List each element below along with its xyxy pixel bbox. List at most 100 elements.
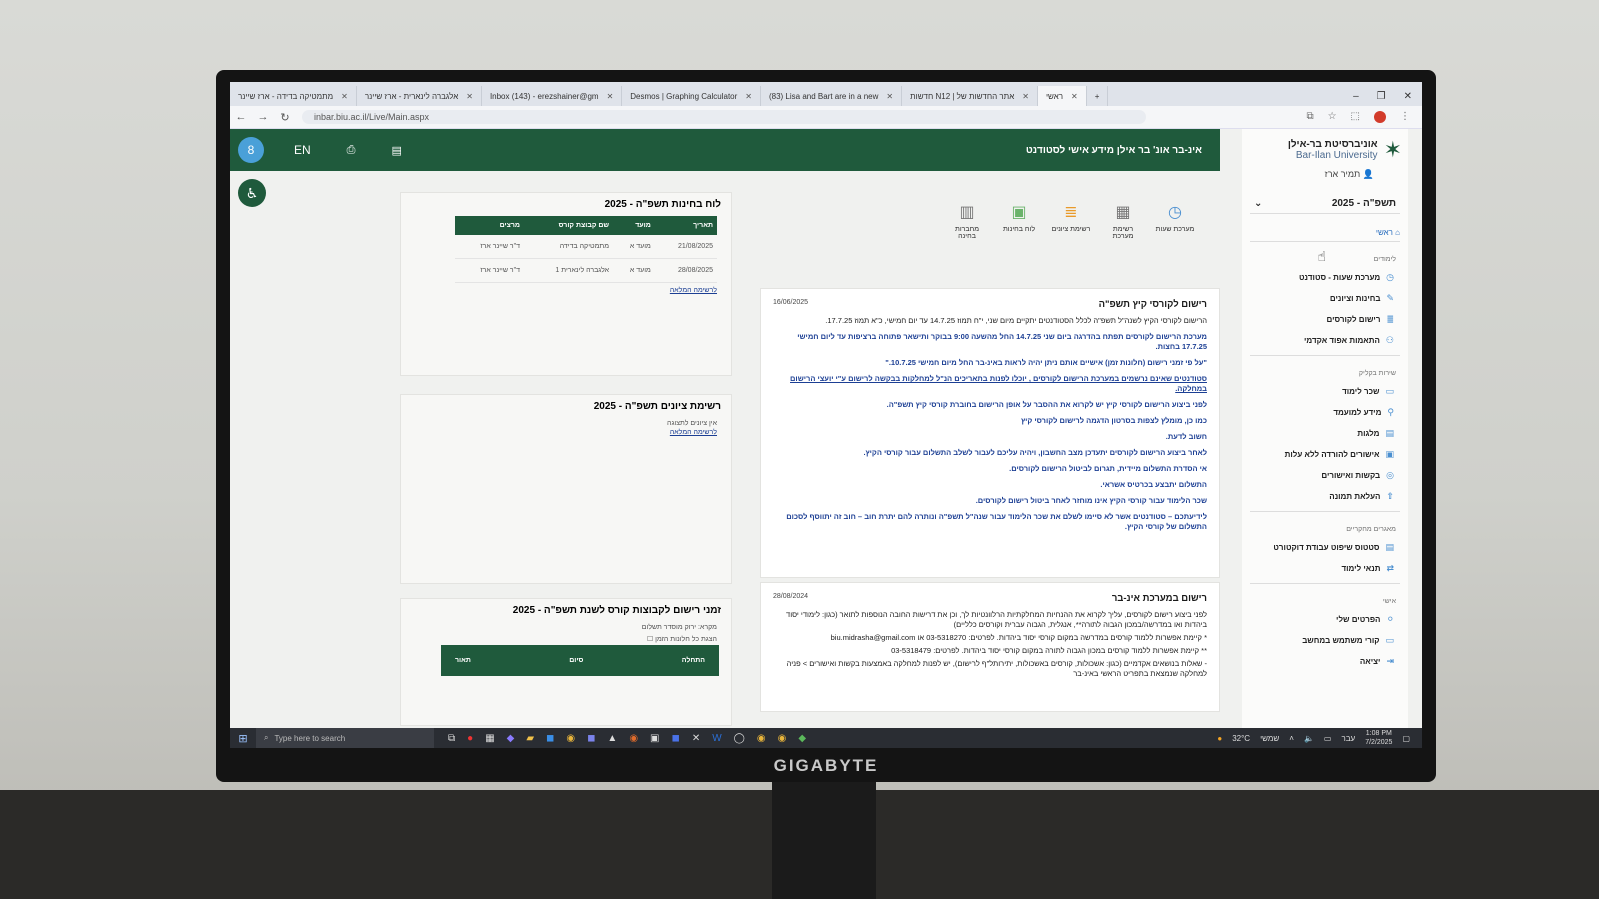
announcement-link[interactable]: סטודנטים שאינם נרשמים במערכת הרישום לקור… (773, 374, 1207, 394)
reload-icon[interactable]: ↻ (274, 111, 296, 124)
sidebar-item-label: מלגות (1357, 429, 1380, 438)
taskbar-search[interactable]: ⌕ Type here to search (256, 728, 434, 748)
announcement-paragraph[interactable]: כמו כן, מומלץ לצפות בסרטון הדגמה לרישום … (773, 416, 1207, 426)
user-avatar[interactable]: 8 (238, 137, 264, 163)
browser-tab[interactable]: חדשות N12 | אתר החדשות של ✕ (902, 86, 1038, 106)
quick-link-grades[interactable]: ≣ רשימת ציונים (1050, 202, 1092, 262)
sidebar-item-applicant-info[interactable]: ⚲ מידע למועמד (1242, 402, 1408, 423)
monitor: GIGABYTE מתמטיקה בדידה - ארז שיינר ✕ אלגב… (216, 70, 1436, 782)
sidebar-item-schedule[interactable]: ◷ מערכת שעות - סטודנט (1242, 267, 1408, 288)
quick-link-system-list[interactable]: ▦ רשימת מערכת (1102, 202, 1144, 262)
network-icon[interactable]: ▭ (1324, 734, 1332, 743)
sidebar-item-certificates[interactable]: ▣ אישורים להורדה ללא עלות (1242, 444, 1408, 465)
maximize-icon[interactable]: ❐ (1377, 91, 1386, 102)
teams-icon[interactable]: ◼ (587, 733, 595, 744)
browser-tab[interactable]: מתמטיקה בדידה - ארז שיינר ✕ (230, 86, 357, 106)
sidebar-item-computer-user[interactable]: ▭ קורי משתמש במחשב (1242, 630, 1408, 651)
new-tab-button[interactable]: + (1087, 86, 1109, 106)
announcement-paragraph[interactable]: לפני ביצוע הרישום לקורסי קיץ יש לקרוא את… (773, 400, 1207, 410)
copilot-icon[interactable]: ◆ (507, 733, 515, 744)
sidebar-item-accommodations[interactable]: ⚇ התאמות אפוד אקדמי (1242, 330, 1408, 351)
opera-icon[interactable]: ● (467, 733, 473, 744)
browser-tab-active[interactable]: ראשי ✕ (1037, 86, 1087, 106)
close-icon[interactable]: ✕ (1071, 92, 1078, 101)
chrome-icon[interactable]: ◉ (778, 733, 787, 744)
browser-tab[interactable]: Desmos | Graphing Calculator ✕ (622, 86, 761, 106)
close-icon[interactable]: ✕ (607, 92, 614, 101)
grades-full-list-link[interactable]: לרשימה המלאה (401, 429, 731, 440)
sidebar-item-scholarships[interactable]: ▤ מלגות (1242, 423, 1408, 444)
user-name: 👤 תמיר ארז (1242, 163, 1408, 180)
logo-english: Bar-Ilan University (1295, 150, 1378, 161)
sidebar-item-my-details[interactable]: ⚪ הפרטים שלי (1242, 609, 1408, 630)
volume-icon[interactable]: 🔈 (1304, 734, 1314, 743)
sidebar-item-tuition[interactable]: ▭ שכר לימוד (1242, 381, 1408, 402)
site-header: 8 EN ⎙ ▤ אינ-בר אונ' בר אילן מידע אישי ל… (230, 129, 1220, 171)
browser-tab[interactable]: Inbox (143) - erezshainer@gm ✕ (482, 86, 623, 106)
translate-icon[interactable]: ⧉ (1306, 111, 1313, 123)
browser-tab[interactable]: (83) Lisa and Bart are in a new ✕ (761, 86, 903, 106)
quick-link-schedule[interactable]: ◷ מערכת שעות (1154, 202, 1196, 262)
chevron-down-icon: ⌄ (1254, 198, 1263, 209)
year-selector[interactable]: תשפ"ה - 2025 ⌄ (1250, 194, 1400, 214)
registration-table-header: התחלה סיום תאור (441, 645, 719, 676)
back-icon[interactable]: ← (230, 111, 252, 123)
app-icon[interactable]: ▲ (607, 733, 617, 744)
close-window-icon[interactable]: ✕ (1404, 91, 1412, 102)
sidebar-item-requests[interactable]: ◎ בקשות ואישורים (1242, 465, 1408, 486)
word-icon[interactable]: W (712, 733, 721, 744)
exam-full-list-link[interactable]: לרשימה המלאה (401, 283, 731, 298)
chevron-up-icon[interactable]: ˄ (1289, 734, 1294, 743)
close-icon[interactable]: ✕ (745, 92, 752, 101)
close-icon[interactable]: ✕ (341, 92, 348, 101)
app-icon[interactable]: ◉ (629, 733, 638, 744)
notifications-icon[interactable]: ▢ (1402, 734, 1410, 743)
column-header: התחלה (681, 657, 705, 664)
sidebar-item-study-terms[interactable]: ⇄ תנאי לימוד (1242, 558, 1408, 579)
profile-avatar[interactable] (1374, 111, 1386, 123)
university-logo[interactable]: ✶ אוניברסיטת בר-אילן Bar-Ilan University (1242, 129, 1408, 163)
outlook-icon[interactable]: ◼ (546, 733, 554, 744)
browser-tab[interactable]: אלגברה לינארית - ארז שיינר ✕ (357, 86, 482, 106)
url-input[interactable]: inbar.biu.ac.il/Live/Main.aspx (302, 110, 1146, 124)
tab-label: מתמטיקה בדידה - ארז שיינר (238, 91, 334, 101)
close-icon[interactable]: ✕ (466, 92, 473, 101)
app-icon[interactable]: ▣ (650, 733, 659, 744)
star-icon[interactable]: ☆ (1328, 111, 1337, 123)
show-all-checkbox[interactable]: הצגת כל חלונות הזמן ☐ (401, 633, 731, 645)
print-icon[interactable]: ⎙ (347, 144, 356, 157)
file-explorer-icon[interactable]: ▰ (526, 733, 534, 744)
chrome-icon[interactable]: ◉ (566, 733, 575, 744)
task-view-icon[interactable]: ⧉ (448, 733, 455, 744)
close-icon[interactable]: ✕ (1022, 92, 1029, 101)
close-icon[interactable]: ✕ (886, 92, 893, 101)
extensions-icon[interactable]: ⬚ (1351, 111, 1360, 123)
clock[interactable]: 1:08 PM 7/2/2025 (1365, 729, 1392, 747)
quick-link-exams[interactable]: ▣ לוח בחינות (998, 202, 1040, 262)
quick-link-exam-notebooks[interactable]: ▥ מחברות בחינה (946, 202, 988, 262)
app-icon[interactable]: ◯ (734, 733, 745, 744)
sidebar-item-registration[interactable]: ≣ רישום לקורסים (1242, 309, 1408, 330)
app-icon[interactable]: ◆ (798, 733, 806, 744)
mouse-cursor-icon: ☝ (1317, 248, 1326, 264)
language-indicator[interactable]: עבר (1341, 734, 1355, 743)
windows-start-icon[interactable]: ⊞ (230, 732, 256, 745)
accessibility-icon[interactable]: ♿ (238, 179, 266, 207)
sidebar-item-exams[interactable]: ✎ בחינות וציונים (1242, 288, 1408, 309)
app-icon[interactable]: ◼ (672, 733, 680, 744)
minimize-icon[interactable]: – (1353, 91, 1359, 102)
document-icon[interactable]: ▤ (391, 144, 401, 157)
sidebar-item-label: סטטוס שיפוט עבודת דוקטורט (1273, 543, 1380, 552)
weather-temp[interactable]: 32°C (1232, 734, 1250, 743)
forward-icon[interactable]: → (252, 111, 274, 123)
language-toggle[interactable]: EN (294, 143, 311, 157)
sidebar-item-home[interactable]: ⌂ ראשי (1250, 224, 1400, 242)
sidebar-item-upload-photo[interactable]: ⇧ העלאת תמונה (1242, 486, 1408, 507)
sidebar-item-logout[interactable]: ⇥ יציאה (1242, 651, 1408, 672)
calendar-app-icon[interactable]: ▦ (485, 733, 494, 744)
chrome-icon[interactable]: ◉ (757, 733, 766, 744)
table-row: 21/08/2025 מועד א מתמטיקה בדידה ד"ר שיינ… (455, 235, 717, 259)
menu-icon[interactable]: ⋮ (1400, 111, 1410, 123)
app-icon[interactable]: ✕ (692, 733, 700, 744)
sidebar-item-phd-status[interactable]: ▤ סטטוס שיפוט עבודת דוקטורט (1242, 537, 1408, 558)
